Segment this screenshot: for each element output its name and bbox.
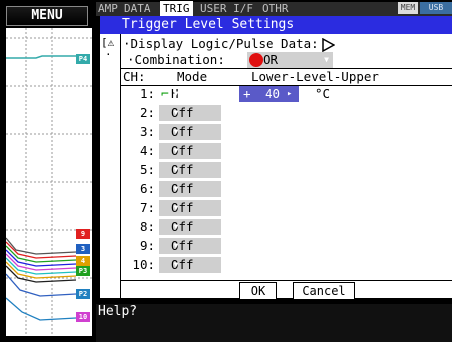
combination-value: OR (263, 52, 279, 67)
chevron-down-icon: ▼ (173, 222, 179, 231)
tab-user-if[interactable]: USER I/F (200, 2, 253, 16)
channel-row: 5: Off ▼ (121, 162, 452, 179)
cancel-button[interactable]: Cancel (293, 282, 355, 300)
chevron-down-icon: ▼ (173, 127, 179, 136)
column-mode: Mode (177, 69, 208, 84)
dialog-title: Trigger Level Settings (100, 16, 452, 34)
channel-tag: 10 (76, 312, 90, 322)
channel-tag: P4 (76, 54, 90, 64)
rising-edge-icon: ⌐ (161, 87, 169, 102)
channel-number: 2: (139, 105, 155, 120)
mode-select[interactable]: Off ▼ (159, 238, 221, 254)
channel-number: 4: (139, 143, 155, 158)
help-bar: Help? (96, 304, 452, 342)
background-text: · (105, 48, 112, 61)
channel-row: 8: Off ▼ (121, 219, 452, 236)
channel-row: 10: Off ▼ (121, 257, 452, 274)
channel-row: 6: Off ▼ (121, 181, 452, 198)
chevron-down-icon: ▼ (173, 89, 179, 98)
channel-tag: 9 (76, 229, 90, 239)
channel-tag: 4 (76, 256, 90, 266)
unit-label: °C (315, 86, 331, 101)
plus-icon: + (243, 86, 251, 101)
channel-row: 4: Off ▼ (121, 143, 452, 160)
column-header: CH: Mode Lower-Level-Upper (121, 68, 452, 86)
chevron-down-icon: ▼ (173, 260, 179, 269)
channel-number: 5: (139, 162, 155, 177)
dialog-content: ·Display Logic/Pulse Data: ·Combination:… (120, 34, 452, 300)
arrow-right-icon: ▸ (287, 89, 293, 99)
channel-row: 3: Off ▼ (121, 124, 452, 141)
background-pane: [⚠ · (100, 34, 120, 298)
tab-othr[interactable]: OTHR (262, 2, 289, 16)
divider (121, 280, 452, 281)
channel-tag: 3 (76, 244, 90, 254)
tab-amp[interactable]: AMP (98, 2, 118, 16)
combination-select[interactable]: OR ▼ (247, 52, 333, 68)
chevron-down-icon: ▼ (173, 146, 179, 155)
channel-number: 1: (139, 86, 155, 101)
mode-select[interactable]: Off ▼ (159, 257, 221, 273)
lower-level-value: 40 (265, 86, 281, 101)
channel-number: 8: (139, 219, 155, 234)
mode-select[interactable]: Off ▼ (159, 219, 221, 235)
channel-tag: P2 (76, 289, 90, 299)
mode-select[interactable]: Off ▼ (159, 162, 221, 178)
trigger-level-dialog: Trigger Level Settings [⚠ · ·Display Log… (100, 16, 452, 300)
channel-row: 2: Off ▼ (121, 105, 452, 122)
column-ch: CH: (123, 69, 146, 84)
channel-row: 7: Off ▼ (121, 200, 452, 217)
column-level: Lower-Level-Upper (251, 69, 379, 84)
chevron-down-icon: ▼ (173, 165, 179, 174)
ok-button[interactable]: OK (239, 282, 277, 300)
help-label[interactable]: Help? (98, 304, 137, 319)
mode-select[interactable]: Off ▼ (159, 181, 221, 197)
chevron-down-icon: ▼ (173, 184, 179, 193)
mode-select[interactable]: Off ▼ (159, 143, 221, 159)
channel-row: 1: ⌐ H ▼ +40 ▸ °C (121, 86, 452, 103)
combination-label: ·Combination: (127, 52, 225, 67)
lower-level-input[interactable]: +40 ▸ (239, 86, 299, 102)
mode-select[interactable]: Off ▼ (159, 200, 221, 216)
channel-tag: P3 (76, 266, 90, 276)
chevron-down-icon: ▼ (173, 241, 179, 250)
display-logic-toggle[interactable] (321, 37, 336, 53)
waveform-panel: MENU P4 9 3 4 P3 P2 10 (0, 0, 92, 342)
or-gate-icon (249, 53, 263, 67)
channel-number: 10: (132, 257, 155, 272)
mode-select[interactable]: ⌐ H ▼ (159, 86, 221, 102)
tab-data[interactable]: DATA (124, 2, 151, 16)
channel-row: 9: Off ▼ (121, 238, 452, 255)
mode-select[interactable]: Off ▼ (159, 105, 221, 121)
display-logic-label: ·Display Logic/Pulse Data: (123, 36, 319, 51)
chevron-down-icon: ▼ (173, 203, 179, 212)
chevron-down-icon: ▼ (324, 55, 329, 64)
mode-select[interactable]: Off ▼ (159, 124, 221, 140)
play-icon (322, 37, 336, 53)
menu-button[interactable]: MENU (6, 6, 88, 26)
tab-trig[interactable]: TRIG (160, 1, 193, 17)
channel-number: 7: (139, 200, 155, 215)
channel-number: 3: (139, 124, 155, 139)
mem-indicator: MEM (398, 2, 418, 14)
channel-number: 6: (139, 181, 155, 196)
chevron-down-icon: ▼ (173, 108, 179, 117)
channel-number: 9: (139, 238, 155, 253)
usb-indicator: USB (420, 2, 452, 14)
